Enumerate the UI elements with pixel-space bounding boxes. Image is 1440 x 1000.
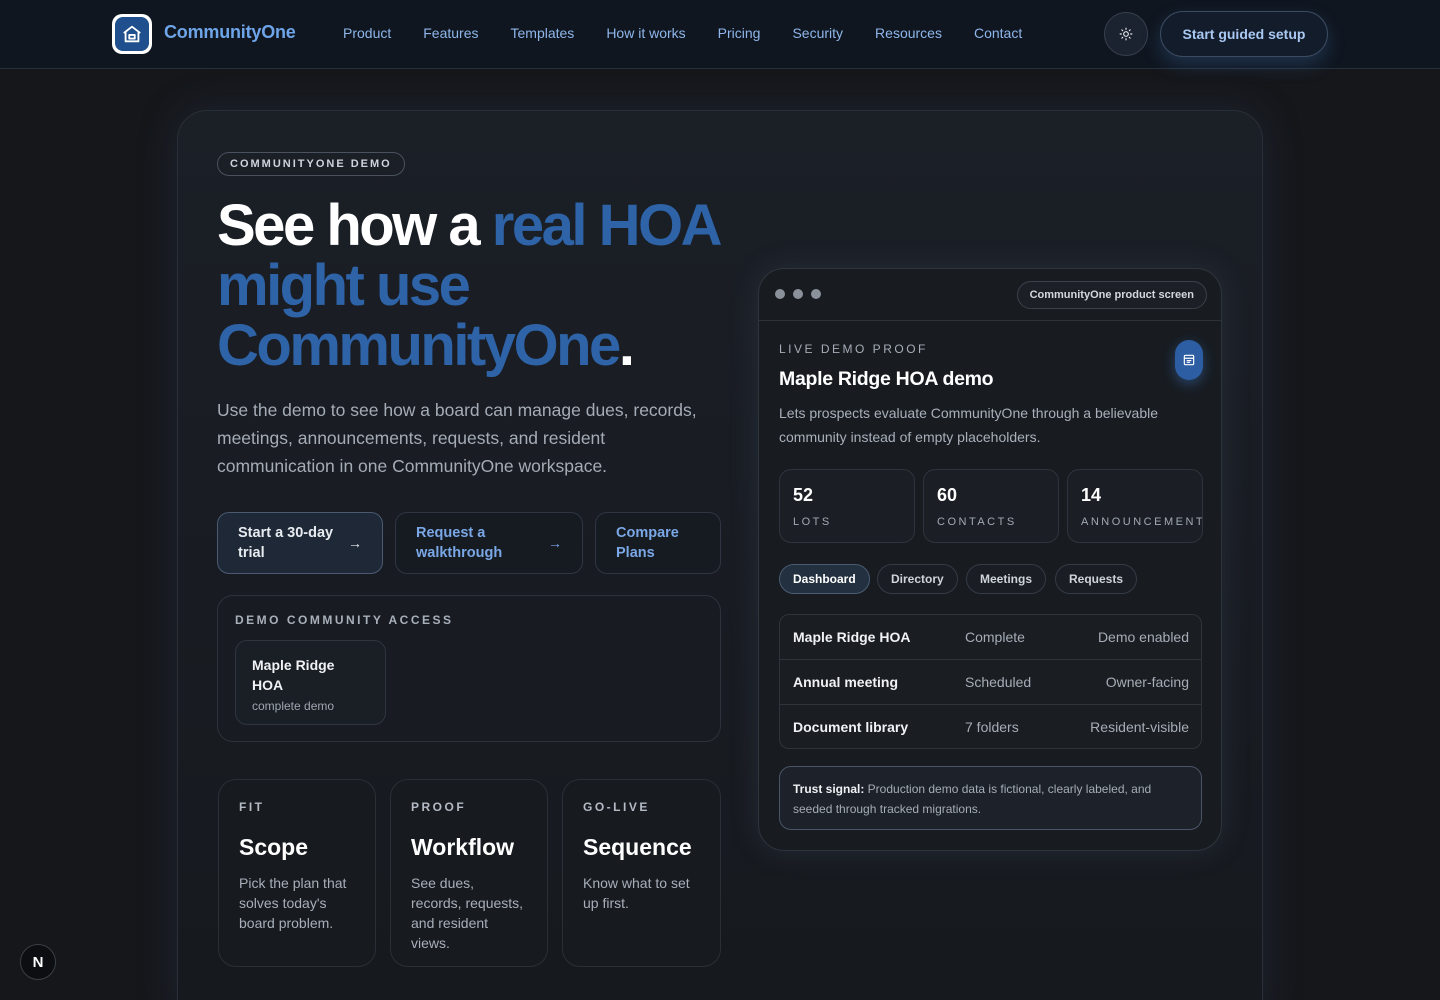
product-screen-mockup: CommunityOne product screen LIVE DEMO PR… [758, 268, 1222, 851]
info-card-title: Sequence [583, 834, 692, 860]
stat-announcements: 14 ANNOUNCEMENTS [1067, 469, 1203, 543]
nav-link-how-it-works[interactable]: How it works [606, 25, 685, 41]
nav-link-product[interactable]: Product [343, 25, 391, 41]
arrow-right-icon: → [348, 535, 362, 551]
stat-label: ANNOUNCEMENTS [1081, 516, 1203, 528]
row-note: Owner-facing [1105, 674, 1189, 690]
info-card-fit: FIT Scope Pick the plan that solves toda… [218, 779, 376, 967]
row-name: Document library [793, 719, 909, 735]
row-status: 7 folders [965, 719, 1019, 735]
n-logo-badge[interactable]: N [20, 944, 56, 980]
info-card-desc: Know what to set up first. [583, 875, 690, 911]
compare-plans-label: Compare Plans [616, 525, 679, 561]
nav-link-pricing[interactable]: Pricing [718, 25, 761, 41]
stat-label: LOTS [793, 516, 832, 528]
info-card-desc: See dues, records, requests, and residen… [411, 875, 524, 951]
row-name: Annual meeting [793, 674, 899, 690]
theme-toggle-button[interactable] [1104, 12, 1148, 56]
window-bar: CommunityOne product screen [759, 269, 1221, 321]
nav-link-features[interactable]: Features [423, 25, 478, 41]
demo-title: Maple Ridge HOA demo [779, 368, 994, 390]
row-status: Complete [965, 629, 1025, 645]
product-screen-label: CommunityOne product screen [1016, 281, 1207, 309]
logo[interactable] [112, 14, 152, 54]
start-trial-button[interactable]: Start a 30-day trial → [217, 512, 383, 574]
info-card-desc: Pick the plan that solves today's board … [239, 875, 347, 931]
row-status: Scheduled [965, 674, 1032, 690]
stat-contacts: 60 CONTACTS [923, 469, 1059, 543]
window-dot-icon [811, 289, 821, 299]
nav-links: Product Features Templates How it works … [343, 25, 1054, 41]
request-walkthrough-label: Request a walkthrough [416, 525, 503, 561]
headline-plain: See how a [217, 193, 492, 258]
info-card-proof: PROOF Workflow See dues, records, reques… [390, 779, 548, 967]
demo-access-panel: DEMO COMMUNITY ACCESS Maple Ridge HOA co… [217, 595, 721, 742]
tab-dashboard[interactable]: Dashboard [779, 564, 870, 594]
demo-community-card[interactable]: Maple Ridge HOA complete demo [235, 640, 386, 725]
start-guided-setup-button[interactable]: Start guided setup [1160, 11, 1328, 57]
tab-directory[interactable]: Directory [877, 564, 958, 594]
trust-label: Trust signal: [793, 782, 865, 796]
demo-community-name: Maple Ridge HOA [252, 657, 335, 693]
demo-access-title: DEMO COMMUNITY ACCESS [235, 613, 454, 627]
start-trial-label: Start a 30-day trial [238, 525, 334, 561]
trust-signal: Trust signal: Production demo data is fi… [779, 766, 1202, 830]
nav-link-security[interactable]: Security [792, 25, 843, 41]
stat-number: 60 [937, 485, 958, 505]
table-row: Document library 7 folders Resident-visi… [780, 705, 1201, 748]
tab-meetings[interactable]: Meetings [966, 564, 1047, 594]
row-note: Demo enabled [1097, 629, 1189, 645]
info-card-title: Workflow [411, 834, 515, 860]
stat-lots: 52 LOTS [779, 469, 915, 543]
brand-name[interactable]: CommunityOne [164, 22, 296, 43]
stat-number: 14 [1081, 485, 1102, 505]
window-dot-icon [793, 289, 803, 299]
nav-link-templates[interactable]: Templates [511, 25, 575, 41]
nav-link-contact[interactable]: Contact [974, 25, 1022, 41]
live-demo-tag: LIVE DEMO PROOF [779, 342, 928, 356]
headline-end: . [618, 313, 635, 378]
arrow-right-icon: → [548, 535, 562, 551]
tab-requests[interactable]: Requests [1055, 564, 1138, 594]
stat-number: 52 [793, 485, 814, 505]
info-card-tag: FIT [239, 800, 265, 814]
info-card-title: Scope [239, 834, 309, 860]
demo-community-sub: complete demo [252, 699, 335, 713]
compare-plans-button[interactable]: Compare Plans [595, 512, 721, 574]
top-nav: CommunityOne Product Features Templates … [0, 0, 1440, 69]
info-card-tag: PROOF [411, 800, 467, 814]
hero-tag: COMMUNITYONE DEMO [217, 152, 405, 176]
info-card-tag: GO-LIVE [583, 800, 650, 814]
table-row: Maple Ridge HOA Complete Demo enabled [780, 615, 1201, 660]
sun-icon [1119, 27, 1133, 41]
row-note: Resident-visible [1090, 719, 1189, 735]
window-dot-icon [775, 289, 785, 299]
document-icon[interactable] [1175, 340, 1203, 380]
table-row: Annual meeting Scheduled Owner-facing [780, 660, 1201, 705]
status-table: Maple Ridge HOA Complete Demo enabled An… [779, 614, 1202, 749]
hero-subtext: Use the demo to see how a board can mana… [217, 400, 697, 476]
hero-headline: See how a real HOA might use CommunityOn… [217, 196, 737, 376]
info-card-go-live: GO-LIVE Sequence Know what to set up fir… [562, 779, 721, 967]
request-walkthrough-button[interactable]: Request a walkthrough → [395, 512, 583, 574]
home-icon [115, 17, 149, 51]
row-name: Maple Ridge HOA [793, 629, 911, 645]
nav-link-resources[interactable]: Resources [875, 25, 942, 41]
demo-description: Lets prospects evaluate CommunityOne thr… [779, 405, 1158, 445]
stat-label: CONTACTS [937, 516, 1017, 528]
